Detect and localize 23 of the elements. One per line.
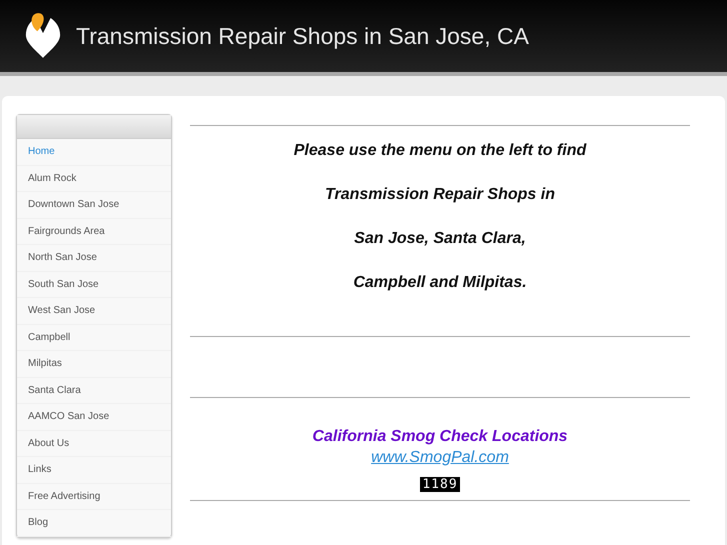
menu-item[interactable]: Milpitas bbox=[17, 351, 171, 378]
intro-text: Please use the menu on the left to find bbox=[292, 142, 588, 161]
menu-item[interactable]: Links bbox=[17, 457, 171, 484]
menu-item[interactable]: North San Jose bbox=[17, 245, 171, 272]
smogpal-link[interactable]: www.SmogPal.com bbox=[371, 449, 509, 467]
menu-item[interactable]: Santa Clara bbox=[17, 378, 171, 404]
menu-item[interactable]: Fairgrounds Area bbox=[17, 218, 171, 245]
intro-text: San Jose, Santa Clara, bbox=[353, 230, 527, 249]
hit-counter: 1189 bbox=[420, 477, 460, 492]
intro-text: Campbell and Milpitas. bbox=[352, 274, 528, 293]
menu-item[interactable]: West San Jose bbox=[17, 298, 171, 324]
menu-item[interactable]: Free Advertising bbox=[17, 484, 171, 510]
intro-text: Transmission Repair Shops in bbox=[324, 186, 556, 205]
menu-item[interactable]: Blog bbox=[17, 510, 171, 536]
menu-item[interactable]: Campbell bbox=[17, 324, 171, 351]
location-pin-logo-icon bbox=[24, 12, 62, 60]
promo-heading: California Smog Check Locations bbox=[311, 428, 569, 446]
site-title: Transmission Repair Shops in San Jose, CA bbox=[76, 22, 529, 50]
menu-item[interactable]: About Us bbox=[17, 430, 171, 457]
menu-item[interactable]: Alum Rock bbox=[17, 166, 171, 192]
menu-item[interactable]: South San Jose bbox=[17, 272, 171, 298]
menu-item[interactable]: AAMCO San Jose bbox=[17, 404, 171, 430]
menu-item[interactable]: Downtown San Jose bbox=[17, 192, 171, 218]
